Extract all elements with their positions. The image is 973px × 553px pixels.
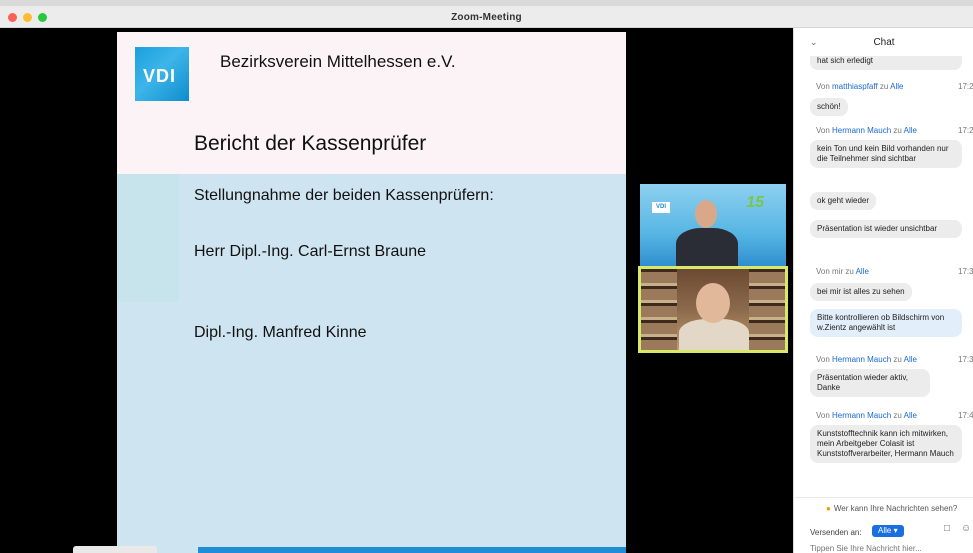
message-time: 17:2 — [958, 82, 973, 91]
chat-title: Chat — [873, 37, 895, 48]
participant-body — [679, 319, 749, 350]
window-title: Zoom-Meeting — [451, 12, 522, 23]
message-time: 17:4 — [958, 411, 973, 420]
chat-message-meta: Von Hermann Mauch zu Alle 17:3 — [816, 355, 973, 364]
participant-head — [696, 283, 730, 323]
chat-message: Präsentation ist wieder unsichtbar — [810, 220, 962, 238]
participant-body — [676, 228, 738, 266]
chat-message-meta: Von Hermann Mauch zu Alle 17:4 — [816, 411, 973, 420]
emoji-icon[interactable]: ☺ — [961, 523, 971, 534]
people-icon: ● — [826, 504, 831, 513]
recipient-name: Alle — [890, 82, 904, 91]
chat-message-text: schön! — [817, 102, 841, 111]
sender-name[interactable]: matthiaspfaff — [832, 82, 878, 91]
meeting-view: VDI Bezirksverein Mittelhessen e.V. Beri… — [0, 28, 793, 553]
anniversary-logo: 15 — [746, 194, 764, 211]
chat-message-text: Präsentation wieder aktiv, Danke — [817, 373, 909, 392]
bookshelf — [749, 269, 785, 350]
vdi-badge: VDI — [652, 202, 670, 213]
chat-messages[interactable]: hat sich erledigt Von matthiaspfaff zu A… — [794, 56, 973, 497]
chat-message: kein Ton und kein Bild vorhanden nur die… — [810, 140, 962, 168]
sender-name[interactable]: Hermann Mauch — [832, 355, 891, 364]
vdi-logo: VDI — [135, 47, 189, 101]
file-icon[interactable]: □ — [944, 523, 950, 534]
chat-message-meta: Von Hermann Mauch zu Alle 17:2 — [816, 126, 973, 135]
message-time: 17:2 — [958, 126, 973, 135]
slide-header: VDI Bezirksverein Mittelhessen e.V. Beri… — [117, 32, 626, 174]
slide-line: Herr Dipl.-Ing. Carl-Ernst Braune — [194, 243, 427, 260]
who-can-see-link[interactable]: ● Wer kann Ihre Nachrichten sehen? — [826, 504, 957, 513]
chat-message-text: bei mir ist alles zu sehen — [817, 287, 905, 296]
sender-name[interactable]: Hermann Mauch — [832, 126, 891, 135]
slide-decoration — [117, 174, 179, 302]
chat-message: Präsentation wieder aktiv, Danke — [810, 369, 930, 397]
message-time: 17:3 — [958, 355, 973, 364]
chat-message-text: Bitte kontrollieren ob Bildschirm von w.… — [817, 313, 945, 332]
chat-message-text: kein Ton und kein Bild vorhanden nur die… — [817, 144, 949, 163]
recipient-dropdown[interactable]: Alle ▾ — [872, 525, 904, 537]
chat-panel: ⌄ Chat hat sich erledigt Von matthiaspfa… — [793, 28, 973, 553]
chat-message: ok geht wieder — [810, 192, 877, 210]
sender-name: mir — [832, 267, 844, 276]
slide-organization: Bezirksverein Mittelhessen e.V. — [220, 52, 456, 71]
window-titlebar: Zoom-Meeting — [0, 0, 973, 28]
chat-message-text: hat sich erledigt — [817, 56, 874, 65]
recipient-name: Alle — [903, 126, 917, 135]
slide-line: Stellungnahme der beiden Kassenprüfern: — [194, 187, 494, 204]
send-to-label: Versenden an: — [810, 528, 862, 537]
bookshelf — [641, 269, 677, 350]
chat-message: hat sich erledigt — [810, 56, 962, 70]
shared-screen-slide: VDI Bezirksverein Mittelhessen e.V. Beri… — [117, 32, 626, 553]
chat-message: Kunststofftechnik kann ich mitwirken, me… — [810, 425, 962, 463]
slide-title: Bericht der Kassenprüfer — [194, 132, 427, 155]
chat-message: Bitte kontrollieren ob Bildschirm von w.… — [810, 309, 962, 337]
participant-video-tile-active[interactable] — [638, 266, 788, 353]
message-time: 17:3 — [958, 267, 973, 276]
chat-message-meta: Von matthiaspfaff zu Alle 17:2 — [816, 82, 973, 91]
sender-name[interactable]: Hermann Mauch — [832, 411, 891, 420]
chat-message: bei mir ist alles zu sehen — [810, 283, 912, 301]
slide-bottom-bar — [198, 547, 626, 553]
chat-message-text: Kunststofftechnik kann ich mitwirken, me… — [817, 429, 954, 458]
participant-video-tile[interactable]: VDI 15 — [640, 184, 786, 266]
recipient-name: Alle — [903, 355, 917, 364]
slide-line: Dipl.-Ing. Manfred Kinne — [194, 324, 367, 341]
chat-message-meta: Von mir zu Alle 17:3 — [816, 267, 973, 276]
participant-head — [695, 200, 717, 228]
recipient-name: Alle — [903, 411, 917, 420]
chat-message-text: ok geht wieder — [817, 196, 870, 205]
view-options-tab[interactable] — [73, 546, 157, 553]
chat-message: schön! — [810, 98, 848, 116]
chat-header: ⌄ Chat — [794, 28, 973, 56]
chat-footer: ● Wer kann Ihre Nachrichten sehen? Versen… — [794, 497, 973, 553]
chat-message-text: Präsentation ist wieder unsichtbar — [817, 224, 938, 233]
recipient-name: Alle — [855, 267, 869, 276]
chat-message-input[interactable] — [810, 542, 970, 553]
